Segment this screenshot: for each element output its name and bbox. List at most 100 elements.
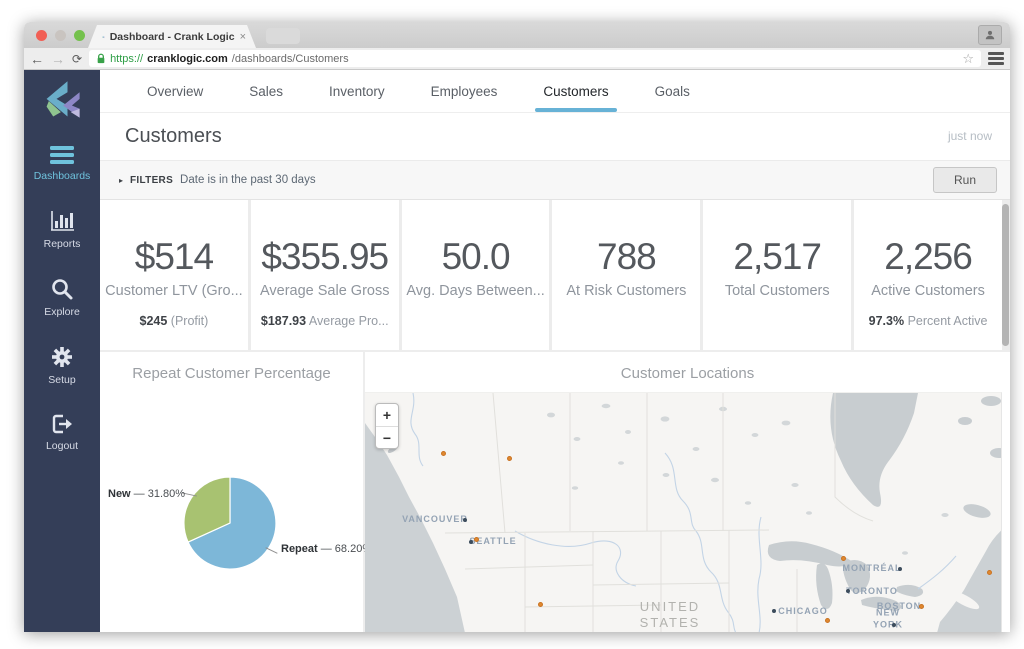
person-icon <box>985 30 995 40</box>
run-button[interactable]: Run <box>933 167 997 193</box>
close-tab-icon[interactable]: × <box>240 31 246 43</box>
city-marker-chicago <box>772 609 776 613</box>
sidebar-item-setup[interactable]: Setup <box>48 345 76 386</box>
pie-panel-title: Repeat Customer Percentage <box>132 365 331 382</box>
kpi-label: Avg. Days Between... <box>406 283 545 299</box>
profile-button[interactable] <box>978 25 1002 45</box>
kpi-label: Total Customers <box>724 283 830 299</box>
reload-icon[interactable]: ⟳ <box>72 53 82 65</box>
map-zoom-control: + − <box>375 403 399 449</box>
tab-customers[interactable]: Customers <box>520 70 631 112</box>
zoom-in-button[interactable]: + <box>376 404 398 426</box>
vertical-scrollbar[interactable] <box>1002 204 1009 346</box>
forward-icon[interactable]: → <box>51 52 65 66</box>
pie-chart <box>184 477 276 569</box>
sidebar: Dashboards Reports Explore Setup Logout <box>24 70 100 632</box>
last-updated-text: just now <box>947 129 992 143</box>
kpi-sub-value: $187.93 <box>260 314 307 328</box>
city-label-montreal: MONTRÉAL <box>842 563 902 573</box>
bookmark-star-icon[interactable]: ☆ <box>962 52 974 65</box>
tab-inventory[interactable]: Inventory <box>306 70 408 112</box>
city-marker-new-york <box>892 623 896 627</box>
sidebar-item-reports[interactable]: Reports <box>43 209 81 250</box>
kpi-tile-customer-ltv: $514 Customer LTV (Gro... $245 (Profit) <box>100 200 248 350</box>
browser-menu-icon[interactable] <box>988 52 1004 65</box>
city-label-vancouver: VANCOUVER <box>402 514 468 524</box>
city-marker-vancouver <box>463 518 467 522</box>
lower-panels: Repeat Customer Percentage New — 31.80% … <box>100 352 1010 632</box>
browser-window: Dashboard - Crank Logic × ← → ⟳ https://… <box>24 22 1010 632</box>
browser-tab[interactable]: Dashboard - Crank Logic × <box>88 25 256 48</box>
sidebar-item-logout[interactable]: Logout <box>46 413 78 452</box>
kpi-sub-label: (Profit) <box>167 314 209 328</box>
kpi-value: 2,517 <box>733 236 822 277</box>
kpi-value: 50.0 <box>441 236 511 277</box>
tab-goals[interactable]: Goals <box>632 70 713 112</box>
customer-location-dot <box>841 556 846 561</box>
browser-urlbar: ← → ⟳ https://cranklogic.com/dashboards/… <box>24 48 1010 70</box>
kpi-tile-at-risk-customers: 788 At Risk Customers <box>552 200 701 350</box>
minimize-window-button[interactable] <box>55 30 66 41</box>
kpi-label: Active Customers <box>871 283 985 299</box>
window-controls <box>36 30 85 41</box>
zoom-out-button[interactable]: − <box>376 426 398 448</box>
kpi-label: Average Sale Gross <box>259 283 390 299</box>
kpi-tile-average-sale-gross: $355.95 Average Sale Gross $187.93 Avera… <box>250 200 399 350</box>
kpi-value: 2,256 <box>884 236 973 277</box>
filters-label[interactable]: FILTERS <box>130 175 173 186</box>
customer-location-dot <box>825 618 830 623</box>
page-title: Customers <box>125 125 222 147</box>
customer-locations-map[interactable]: VANCOUVER SEATTLE MONTRÉAL TORONTO BOSTO… <box>365 392 1002 632</box>
url-scheme: https:// <box>110 52 144 65</box>
new-tab-button[interactable] <box>266 28 300 44</box>
sidebar-item-label: Explore <box>44 306 80 318</box>
dashboards-menu-icon <box>50 146 74 164</box>
customer-location-dot <box>474 537 479 542</box>
kpi-label: Customer LTV (Gro... <box>105 283 243 299</box>
filters-bar: ▸ FILTERS Date is in the past 30 days Ru… <box>100 160 1010 200</box>
customer-location-dot <box>538 602 543 607</box>
kpi-label: At Risk Customers <box>566 283 687 299</box>
repeat-customer-percentage-panel: Repeat Customer Percentage New — 31.80% … <box>100 352 372 632</box>
tab-sales[interactable]: Sales <box>226 70 306 112</box>
filters-expand-icon[interactable]: ▸ <box>119 176 123 185</box>
customer-location-dot <box>441 451 446 456</box>
browser-titlebar: Dashboard - Crank Logic × <box>24 22 1010 48</box>
bar-chart-icon <box>50 211 74 231</box>
customer-locations-panel: Customer Locations VANCOUVER SEATTLE MON… <box>365 352 1010 632</box>
favicon-crank-logic-icon <box>102 31 105 43</box>
address-bar[interactable]: https://cranklogic.com/dashboards/Custom… <box>89 50 981 67</box>
logout-icon <box>52 414 72 434</box>
browser-tab-title: Dashboard - Crank Logic <box>109 30 235 43</box>
sidebar-item-explore[interactable]: Explore <box>44 277 80 318</box>
kpi-tile-active-customers: 2,256 Active Customers 97.3% Percent Act… <box>854 200 1002 350</box>
gear-icon <box>51 347 72 367</box>
kpi-sub-value: 97.3% <box>868 314 905 328</box>
page-header: Customers just now <box>100 113 1010 160</box>
city-label-toronto: TORONTO <box>846 586 898 596</box>
sidebar-item-label: Dashboards <box>33 170 91 182</box>
fullscreen-window-button[interactable] <box>74 30 85 41</box>
close-window-button[interactable] <box>36 30 47 41</box>
city-label-new-york: NEW YORK <box>872 607 903 629</box>
sidebar-item-label: Reports <box>43 238 81 250</box>
city-marker-montreal <box>898 567 902 571</box>
tab-employees[interactable]: Employees <box>408 70 521 112</box>
back-icon[interactable]: ← <box>30 52 44 66</box>
crank-logic-logo <box>40 80 84 125</box>
kpi-value: $355.95 <box>261 236 389 277</box>
filter-summary-text: Date is in the past 30 days <box>180 174 316 186</box>
region-label-united-states: UNITED STATES <box>639 599 701 631</box>
kpi-tiles-row: $514 Customer LTV (Gro... $245 (Profit) … <box>100 200 1010 352</box>
sidebar-item-dashboards[interactable]: Dashboards <box>33 145 91 182</box>
city-label-chicago: CHICAGO <box>778 606 828 616</box>
kpi-sub-label: Average Pro... <box>306 314 389 328</box>
kpi-value: $514 <box>134 236 214 277</box>
tab-overview[interactable]: Overview <box>124 70 226 112</box>
city-marker-toronto <box>846 589 850 593</box>
kpi-value: 788 <box>597 236 657 277</box>
main-content: Overview Sales Inventory Employees Custo… <box>100 70 1010 632</box>
city-marker-seattle <box>469 540 473 544</box>
url-domain: cranklogic.com <box>147 52 228 65</box>
map-panel-title: Customer Locations <box>620 365 755 382</box>
